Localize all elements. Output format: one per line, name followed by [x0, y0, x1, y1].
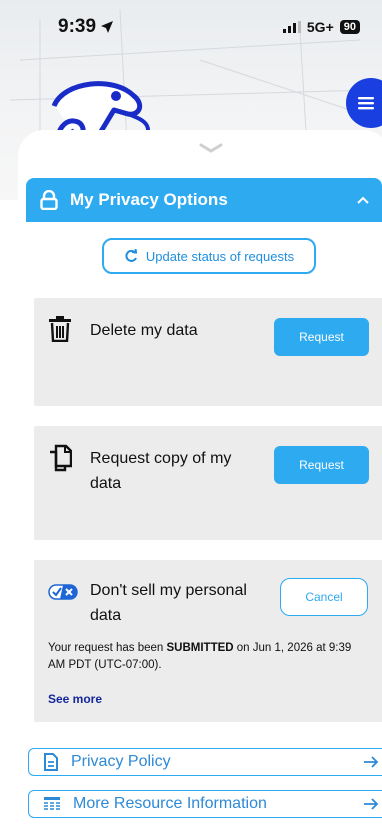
- see-more-link[interactable]: See more: [48, 692, 102, 706]
- more-resource-link[interactable]: More Resource Information: [28, 790, 382, 818]
- battery-icon: 90: [339, 20, 360, 34]
- delete-data-card: Delete my data Request: [34, 298, 382, 406]
- copy-data-card: Request copy of my data Request: [34, 426, 382, 540]
- delete-data-title: Delete my data: [90, 322, 198, 339]
- copy-data-title-line2: data: [90, 475, 122, 492]
- privacy-choices-icon: [48, 584, 78, 600]
- privacy-options-header[interactable]: My Privacy Options: [26, 178, 382, 222]
- privacy-sheet: My Privacy Options Update status of requ…: [18, 130, 382, 830]
- copy-document-icon: [50, 444, 72, 472]
- time-text: 9:39: [58, 16, 97, 37]
- privacy-policy-link[interactable]: Privacy Policy: [28, 748, 382, 776]
- chevron-down-icon[interactable]: [198, 142, 224, 154]
- trash-icon: [49, 316, 71, 342]
- copy-data-title-line1: Request copy of my: [90, 450, 232, 467]
- status-time: 9:39: [58, 16, 114, 38]
- privacy-policy-label: Privacy Policy: [71, 753, 171, 770]
- do-not-sell-cancel-button[interactable]: Cancel: [280, 578, 368, 616]
- copy-data-request-button[interactable]: Request: [274, 446, 369, 484]
- do-not-sell-title-line2: data: [90, 607, 122, 624]
- do-not-sell-card: Don't sell my personal data Cancel Your …: [34, 560, 382, 722]
- document-icon: [44, 753, 58, 771]
- signal-icon: [282, 21, 301, 33]
- status-indicators: 5G+ 90: [282, 19, 360, 35]
- more-resource-label: More Resource Information: [73, 795, 267, 812]
- request-status-text: Your request has been SUBMITTED on Jun 1…: [48, 640, 368, 674]
- location-arrow-icon: [101, 21, 114, 33]
- do-not-sell-title-line1: Don't sell my personal: [90, 582, 247, 599]
- delete-data-request-button[interactable]: Request: [274, 318, 369, 356]
- arrow-right-icon: [364, 756, 379, 768]
- update-status-label: Update status of requests: [145, 248, 295, 264]
- header-title: My Privacy Options: [70, 190, 228, 209]
- network-type: 5G+: [306, 19, 334, 35]
- arrow-right-icon: [364, 798, 379, 810]
- status-prefix: Your request has been: [48, 642, 167, 654]
- status-bar: 9:39 5G+ 90: [0, 0, 382, 54]
- hamburger-icon: [358, 97, 374, 110]
- chevron-up-icon[interactable]: [356, 195, 370, 205]
- lock-icon: [40, 190, 58, 210]
- status-submitted: SUBMITTED: [166, 642, 234, 654]
- refresh-icon: [125, 249, 138, 262]
- update-status-button[interactable]: Update status of requests: [102, 238, 316, 274]
- resource-list-icon: [44, 797, 60, 810]
